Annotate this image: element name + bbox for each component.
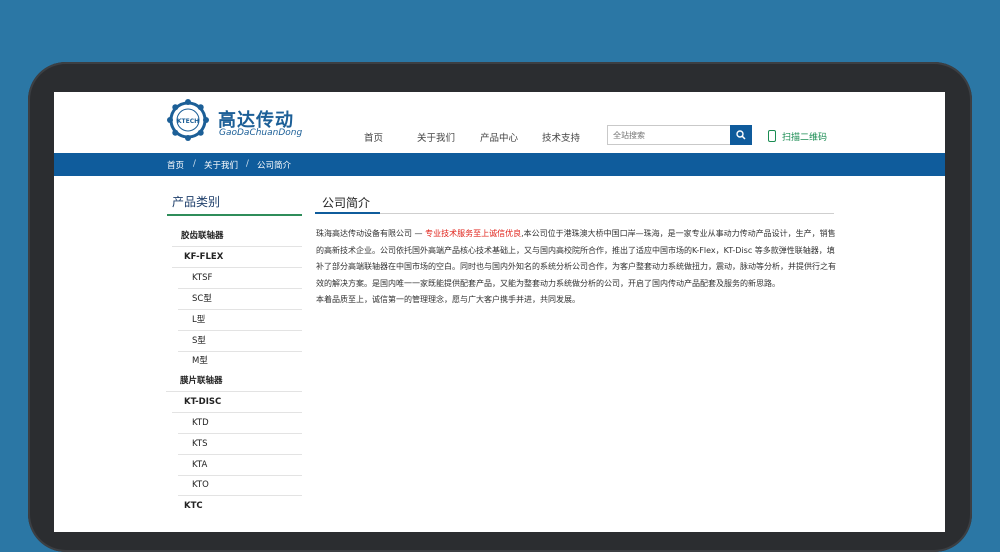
- sidebar-item-ktd[interactable]: KTD: [178, 413, 302, 434]
- page-title: 公司简介: [322, 196, 371, 210]
- search-button[interactable]: [730, 125, 752, 145]
- sidebar-item-sc[interactable]: SC型: [178, 289, 302, 310]
- sidebar-item-ktsf[interactable]: KTSF: [178, 268, 302, 289]
- nav-home[interactable]: 首页: [364, 130, 383, 144]
- nav-tech-support[interactable]: 技术支持: [542, 130, 580, 144]
- title-divider-accent: [315, 212, 380, 214]
- breadcrumb-about[interactable]: 关于我们: [204, 159, 238, 171]
- breadcrumb-separator: /: [193, 159, 196, 169]
- title-divider: [315, 213, 834, 214]
- sidebar-item-kto[interactable]: KTO: [178, 475, 302, 496]
- search-icon: [736, 130, 746, 140]
- intro-closing: 本着品质至上，诚信第一的管理理念，愿与广大客户携手并进，共同发展。: [316, 295, 580, 304]
- qr-label: 扫描二维码: [782, 133, 828, 143]
- sidebar-item-kts[interactable]: KTS: [178, 434, 302, 455]
- sidebar-title-underline: [167, 214, 302, 216]
- sidebar-category-disc-coupling[interactable]: 膜片联轴器: [166, 371, 302, 392]
- sidebar-item-kta[interactable]: KTA: [178, 455, 302, 476]
- browser-screen: KTECH 高达传动 GaoDaChuanDong 首页 关于我们 产品中心 技…: [54, 92, 945, 532]
- sidebar-title: 产品类别: [172, 195, 221, 209]
- breadcrumb-separator: /: [246, 159, 249, 169]
- breadcrumb: 首页 / 关于我们 / 公司简介: [54, 153, 945, 176]
- logo-pinyin-name: GaoDaChuanDong: [219, 128, 303, 138]
- sidebar-item-m[interactable]: M型: [178, 351, 302, 371]
- breadcrumb-home[interactable]: 首页: [167, 159, 184, 171]
- sidebar-subcategory-kf-flex[interactable]: KF-FLEX: [172, 247, 302, 268]
- svg-text:KTECH: KTECH: [177, 118, 199, 125]
- phone-icon: [768, 130, 776, 142]
- gear-logo-icon: KTECH: [167, 99, 209, 141]
- nav-products[interactable]: 产品中心: [480, 130, 518, 144]
- company-intro: 珠海高达传动设备有限公司 — 专业技术服务至上诚信优良,本公司位于港珠澳大桥中国…: [316, 226, 836, 309]
- sidebar-subcategory-kt-disc[interactable]: KT-DISC: [172, 392, 302, 413]
- sidebar-subcategory-ktc[interactable]: KTC: [172, 496, 302, 516]
- sidebar-item-l[interactable]: L型: [178, 310, 302, 331]
- nav-about[interactable]: 关于我们: [417, 130, 455, 144]
- breadcrumb-current: 公司简介: [257, 161, 292, 171]
- intro-prefix: 珠海高达传动设备有限公司 —: [316, 229, 426, 238]
- site-logo[interactable]: KTECH 高达传动 GaoDaChuanDong: [166, 98, 306, 142]
- sidebar-category-gear-coupling[interactable]: 胶齿联轴器: [172, 226, 302, 247]
- qr-code-link[interactable]: 扫描二维码: [768, 130, 827, 143]
- sidebar-item-s[interactable]: S型: [178, 331, 302, 352]
- intro-highlight: 专业技术服务至上诚信优良: [425, 229, 522, 238]
